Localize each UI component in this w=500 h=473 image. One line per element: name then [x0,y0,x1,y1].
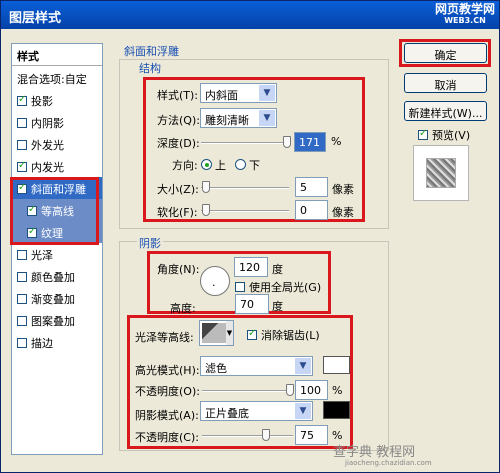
texture-item[interactable]: 纹理 [12,221,102,243]
shadow-mode-label: 阴影模式(A): [135,409,199,422]
gloss-contour-picker[interactable] [199,320,234,346]
stroke-item[interactable]: 描边 [12,331,102,353]
method-label: 方法(Q): [157,114,200,127]
highlight-opacity-label: 不透明度(O): [135,385,200,398]
bevel-emboss-item[interactable]: 斜面和浮雕 [12,177,102,199]
highlight-opacity-unit: % [332,384,343,397]
soften-slider[interactable] [201,204,289,216]
checkbox-icon[interactable] [17,294,27,304]
ok-button[interactable]: 确定 [404,43,487,63]
soften-label: 软化(F): [157,206,198,219]
checkbox-icon[interactable] [17,182,27,194]
checkbox-icon[interactable] [17,160,27,172]
window-titlebar: 图层样式 网页教学网 WEB3.CN [1,1,499,29]
preview-image [426,158,456,188]
gloss-contour-label: 光泽等高线: [135,331,194,344]
checkbox-icon[interactable] [235,282,245,292]
highlight-opacity-slider[interactable] [202,384,294,396]
depth-slider[interactable] [201,136,291,148]
angle-input[interactable]: 120 [234,257,268,277]
shadow-opacity-label: 不透明度(C): [135,431,199,444]
checkbox-icon[interactable] [17,140,27,150]
altitude-unit: 度 [272,300,283,313]
angle-unit: 度 [272,263,283,276]
window-title: 图层样式 [9,11,62,26]
size-input[interactable]: 5 [295,177,328,197]
highlight-opacity-input[interactable]: 100 [295,380,328,400]
footer-url: jiaocheng.chazidian.com [345,459,432,467]
highlight-mode-label: 高光模式(H): [135,364,200,377]
soften-slider-thumb[interactable] [202,204,210,216]
gradient-overlay-item[interactable]: 渐变叠加 [12,287,102,309]
highlight-opacity-thumb[interactable] [286,384,294,396]
checkbox-icon[interactable] [418,128,428,140]
style-label: 样式(T): [157,89,199,102]
angle-dial-indicator-icon: · [212,279,216,292]
checkbox-icon[interactable] [17,272,27,282]
contour-item[interactable]: 等高线 [12,199,102,221]
inner-shadow-item[interactable]: 内阴影 [12,111,102,133]
global-light-checkbox[interactable]: 使用全局光(G) [235,279,321,295]
shadow-color-swatch[interactable] [323,401,350,419]
styles-header: 样式 [12,44,102,66]
blend-options-item[interactable]: 混合选项:自定 [12,67,102,89]
shadow-opacity-thumb[interactable] [262,429,270,441]
depth-slider-thumb[interactable] [283,136,291,148]
soften-input[interactable]: 0 [295,200,328,220]
method-select[interactable]: 雕刻清晰 [200,108,277,128]
direction-label: 方向: [172,159,198,172]
checkbox-icon[interactable] [27,204,37,216]
altitude-input[interactable]: 70 [235,294,269,314]
structure-title: 结构 [137,60,163,76]
antialias-checkbox[interactable]: 消除锯齿(L) [247,327,320,343]
footer-watermark: 查字典 教程网 [333,445,416,460]
shadow-opacity-input[interactable]: 75 [295,425,328,445]
angle-dial[interactable]: · [200,266,230,296]
preview-swatch [413,145,469,201]
inner-glow-item[interactable]: 内发光 [12,155,102,177]
checkbox-icon[interactable] [17,118,27,128]
highlight-color-swatch[interactable] [323,356,350,374]
checkbox-icon[interactable] [17,250,27,260]
depth-label: 深度(D): [157,137,200,150]
size-label: 大小(Z): [157,183,199,196]
watermark: 网页教学网 WEB3.CN [434,2,495,25]
shadow-opacity-slider[interactable] [202,429,293,441]
satin-item[interactable]: 光泽 [12,243,102,265]
checkbox-icon[interactable] [247,328,257,340]
checkbox-icon[interactable] [17,316,27,326]
size-slider[interactable] [201,181,289,193]
style-select[interactable]: 内斜面 [200,83,277,103]
shading-title: 阴影 [137,235,163,251]
altitude-label: 高度: [170,302,196,315]
pattern-overlay-item[interactable]: 图案叠加 [12,309,102,331]
soften-unit: 像素 [332,206,354,219]
highlight-mode-select[interactable]: 滤色 [200,356,313,376]
outer-glow-item[interactable]: 外发光 [12,133,102,155]
radio-icon[interactable] [235,159,246,170]
styles-list: 样式 混合选项:自定 投影 内阴影 外发光 内发光 斜面和浮雕 等高线 纹理 光… [11,43,103,455]
depth-unit: % [331,135,342,148]
shadow-mode-select[interactable]: 正片叠底 [200,401,313,421]
size-slider-thumb[interactable] [202,181,210,193]
checkbox-icon[interactable] [17,94,27,106]
direction-down-radio[interactable]: 下 [235,157,260,173]
color-overlay-item[interactable]: 颜色叠加 [12,265,102,287]
new-style-button[interactable]: 新建样式(W)... [404,101,487,121]
angle-label: 角度(N): [157,263,200,276]
size-unit: 像素 [332,183,354,196]
drop-shadow-item[interactable]: 投影 [12,89,102,111]
layer-style-dialog: 图层样式 网页教学网WEB3.CN 样式 混合选项:自定 投影 内阴影 外发光 … [0,0,500,473]
radio-icon[interactable] [201,159,212,170]
direction-up-radio[interactable]: 上 [201,157,226,173]
depth-input[interactable]: 171 [294,132,326,152]
preview-checkbox[interactable]: 预览(V) [418,127,470,143]
cancel-button[interactable]: 取消 [404,73,487,93]
checkbox-icon[interactable] [17,338,27,348]
checkbox-icon[interactable] [27,226,37,238]
bevel-section-title: 斜面和浮雕 [124,45,179,58]
